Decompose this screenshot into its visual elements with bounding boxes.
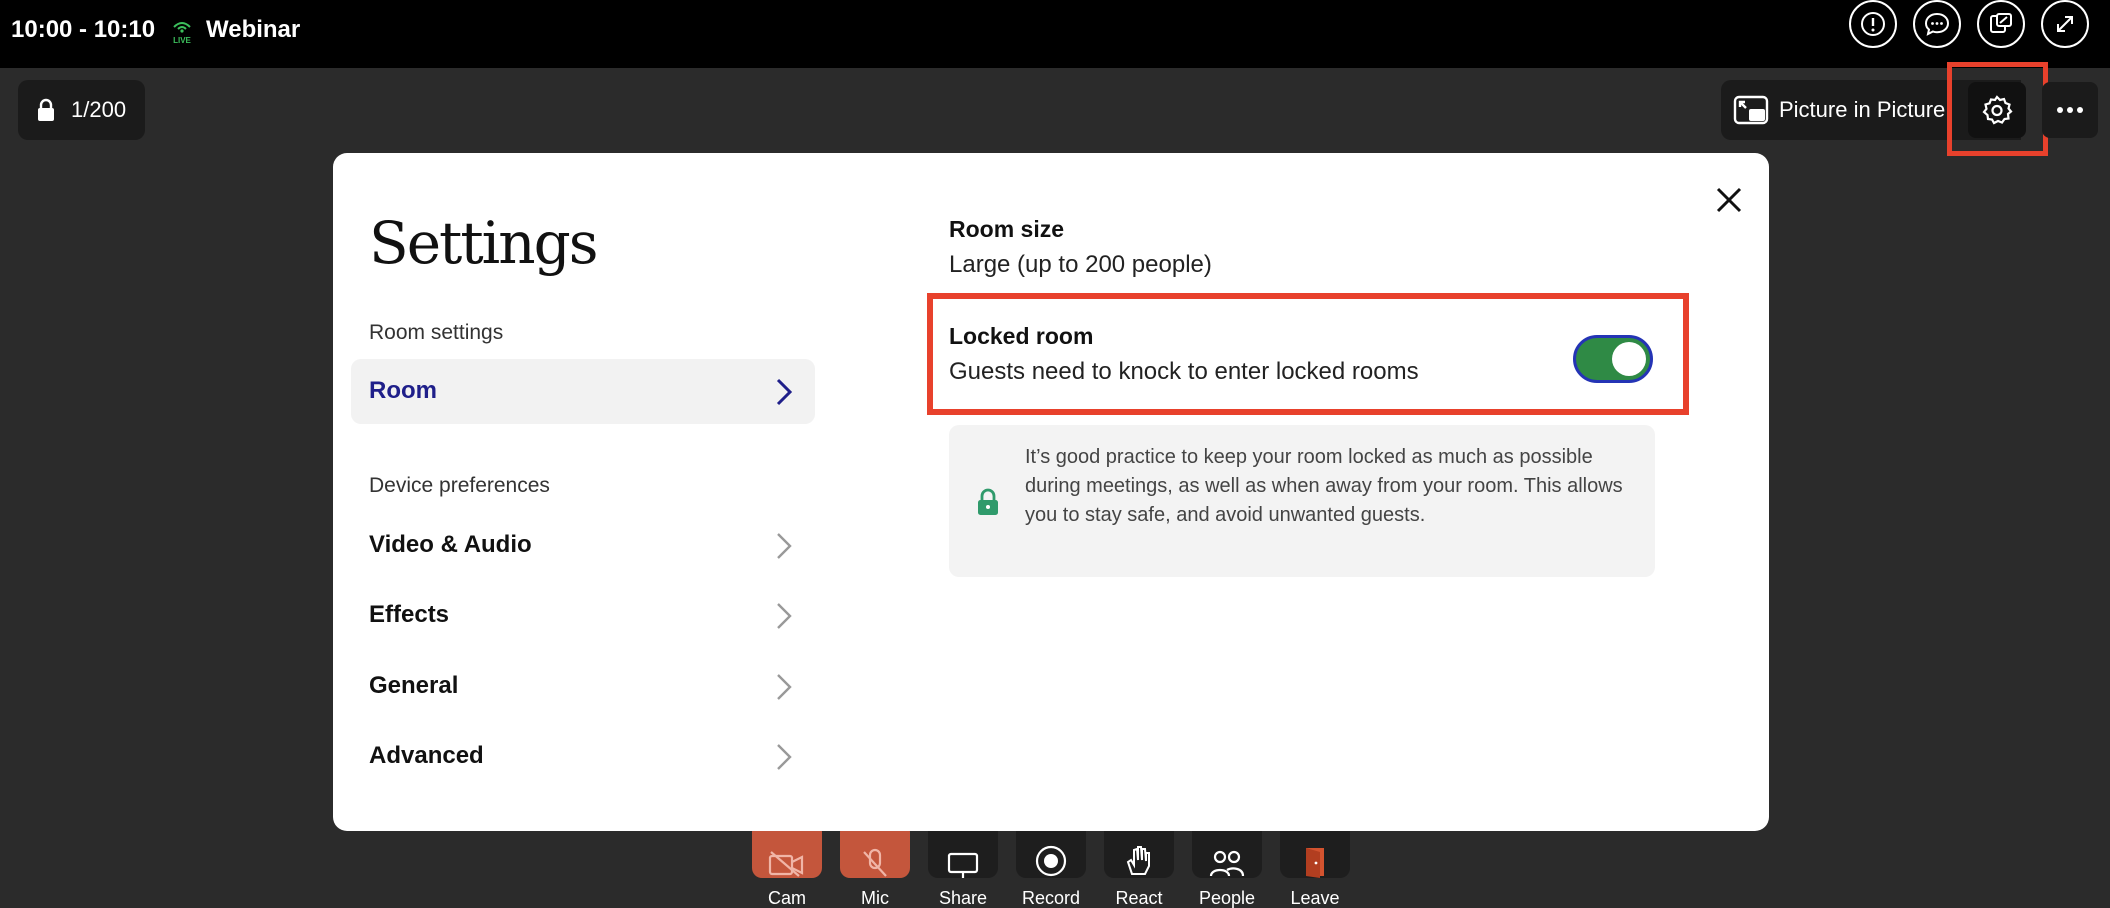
room-size-value: Large (up to 200 people) xyxy=(949,251,1212,278)
fullscreen-button[interactable] xyxy=(2041,0,2089,48)
info-text: It’s good practice to keep your room loc… xyxy=(1025,446,1623,526)
share-icon xyxy=(947,852,979,878)
react-label: React xyxy=(1115,888,1163,908)
screen-share-icon xyxy=(1990,13,2012,33)
locked-room-description: Guests need to knock to enter locked roo… xyxy=(949,358,1419,385)
mic-label: Mic xyxy=(861,888,889,908)
info-button[interactable] xyxy=(1849,0,1897,48)
device-preferences-heading: Device preferences xyxy=(369,474,550,497)
svg-text:LIVE: LIVE xyxy=(173,36,191,45)
meeting-title: Webinar xyxy=(206,16,301,43)
more-icon xyxy=(2057,107,2083,113)
settings-dialog: Settings Room settings Room Device prefe… xyxy=(333,153,1769,831)
chat-icon xyxy=(1924,12,1950,36)
people-icon xyxy=(1209,850,1245,877)
nav-item-label: Room xyxy=(369,377,437,404)
expand-icon xyxy=(2057,16,2073,32)
close-icon[interactable] xyxy=(1709,180,1749,220)
screen-share-button[interactable] xyxy=(1977,0,2025,48)
cam-label: Cam xyxy=(767,888,806,908)
share-label: Share xyxy=(938,888,988,908)
more-options-button[interactable] xyxy=(2042,82,2098,138)
picture-in-picture-icon xyxy=(1733,95,1769,125)
nav-item-label: Video & Audio xyxy=(369,531,532,558)
top-bar: 10:00 - 10:10 LIVE Webinar xyxy=(0,0,2110,68)
lock-icon xyxy=(38,98,54,121)
toggle-knob xyxy=(1612,342,1646,376)
chat-button[interactable] xyxy=(1913,0,1961,48)
nav-item-room[interactable]: Room xyxy=(351,359,815,424)
nav-item-effects[interactable]: Effects xyxy=(351,583,815,648)
locked-room-info: It’s good practice to keep your room loc… xyxy=(949,425,1655,577)
mic-off-icon xyxy=(863,848,887,877)
nav-item-general[interactable]: General xyxy=(351,654,815,719)
meeting-time: 10:00 - 10:10 xyxy=(11,16,156,43)
react-icon xyxy=(1126,846,1150,875)
info-icon xyxy=(1861,12,1885,36)
chevron-right-icon xyxy=(777,744,792,770)
nav-item-label: Effects xyxy=(369,601,450,628)
room-capacity-chip[interactable]: 1/200 xyxy=(18,80,145,140)
dialog-title: Settings xyxy=(369,209,598,277)
locked-room-title: Locked room xyxy=(949,323,1094,349)
nav-item-advanced[interactable]: Advanced xyxy=(351,724,815,789)
nav-item-label: General xyxy=(369,672,459,699)
leave-label: Leave xyxy=(1290,888,1340,908)
lock-icon xyxy=(978,488,998,515)
record-icon xyxy=(1035,845,1067,877)
chevron-right-icon xyxy=(777,674,792,700)
chevron-right-icon xyxy=(777,533,792,559)
live-icon: LIVE xyxy=(173,22,192,45)
nav-item-video-audio[interactable]: Video & Audio xyxy=(351,513,815,578)
record-label: Record xyxy=(1021,888,1081,908)
cam-off-icon xyxy=(768,851,804,877)
locked-room-row: Locked room Guests need to knock to ente… xyxy=(927,293,1689,415)
settings-highlight-box xyxy=(1947,62,2048,156)
chevron-right-icon xyxy=(776,378,793,406)
nav-item-label: Advanced xyxy=(369,742,484,769)
participant-count: 1/200 xyxy=(71,97,127,122)
room-size-title: Room size xyxy=(949,216,1065,242)
leave-icon xyxy=(1306,848,1324,878)
chevron-right-icon xyxy=(777,603,792,629)
picture-in-picture-label: Picture in Picture xyxy=(1779,97,1946,122)
room-settings-heading: Room settings xyxy=(369,321,504,344)
locked-room-toggle[interactable] xyxy=(1573,335,1653,383)
people-label: People xyxy=(1198,888,1256,908)
